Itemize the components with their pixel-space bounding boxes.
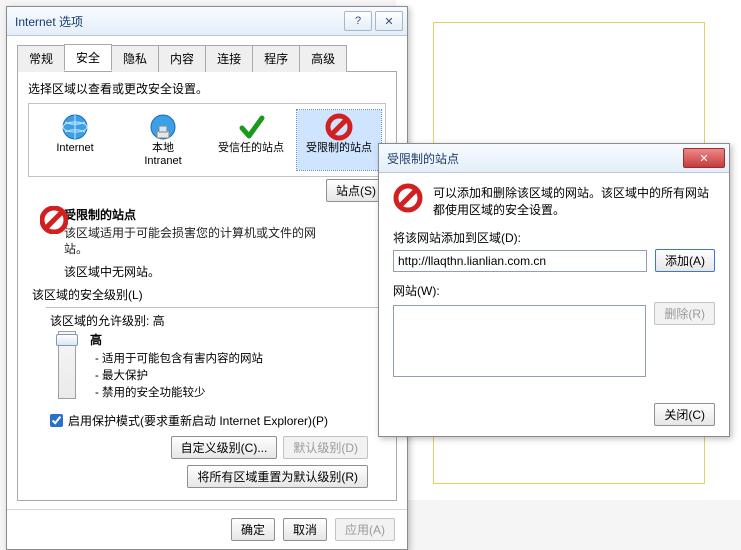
restricted-icon (393, 183, 423, 219)
zone-heading: 受限制的站点 (64, 206, 386, 223)
zone-icon (35, 112, 115, 142)
titlebar: Internet 选项 ? ✕ (7, 7, 407, 36)
zone-label: 受限制的站点 (299, 142, 379, 155)
apply-button: 应用(A) (335, 518, 395, 541)
tab-strip: 常规安全隐私内容连接程序高级 (17, 44, 397, 72)
zone-0[interactable]: Internet (33, 110, 117, 170)
level-bullets: 适用于可能包含有害内容的网站最大保护禁用的安全功能较少 (90, 350, 263, 400)
security-level-label: 该区域的安全级别(L) (32, 286, 386, 303)
restricted-sites-dialog: 受限制的站点 ✕ 可以添加和删除该区域的网站。该区域中的所有网站都使用区域的安全… (378, 143, 730, 437)
default-level-button: 默认级别(D) (283, 436, 368, 459)
close-button[interactable]: ✕ (375, 11, 403, 31)
window-title: 受限制的站点 (387, 150, 680, 167)
tab-连接[interactable]: 连接 (205, 45, 253, 72)
window-body: 常规安全隐私内容连接程序高级 选择区域以查看或更改安全设置。 Internet 本… (7, 36, 407, 509)
url-input[interactable] (393, 250, 647, 272)
zone-icon (299, 112, 379, 142)
tab-内容[interactable]: 内容 (158, 45, 206, 72)
remove-button: 删除(R) (654, 302, 715, 325)
zone-2[interactable]: 受信任的站点 (209, 110, 293, 170)
level-bullet: 最大保护 (104, 367, 263, 383)
level-value: 高 (90, 331, 263, 348)
divider (46, 307, 386, 308)
zone-label: 受信任的站点 (211, 142, 291, 155)
titlebar: 受限制的站点 ✕ (379, 144, 729, 173)
level-slider-area: 高 适用于可能包含有害内容的网站最大保护禁用的安全功能较少 (58, 331, 386, 401)
tab-安全[interactable]: 安全 (64, 44, 112, 71)
dialog-message-row: 可以添加和删除该区域的网站。该区域中的所有网站都使用区域的安全设置。 (393, 183, 715, 219)
close-button[interactable]: ✕ (683, 148, 725, 168)
protected-mode-label[interactable]: 启用保护模式(要求重新启动 Internet Explorer)(P) (68, 412, 328, 429)
zone-empty-text: 该区域中无网站。 (64, 263, 386, 280)
protected-mode-checkbox[interactable] (50, 414, 63, 427)
zone-description: 该区域适用于可能会损害您的计算机或文件的网站。 (64, 225, 324, 257)
cancel-button[interactable]: 取消 (283, 518, 327, 541)
sites-listbox[interactable] (393, 305, 646, 377)
allowed-level: 该区域的允许级别: 高 (50, 312, 386, 329)
custom-level-button[interactable]: 自定义级别(C)... (171, 436, 278, 459)
dialog-body: 可以添加和删除该区域的网站。该区域中的所有网站都使用区域的安全设置。 将该网站添… (379, 173, 729, 436)
level-bullet: 禁用的安全功能较少 (104, 384, 263, 400)
slider-thumb[interactable] (56, 334, 78, 346)
zone-icon (123, 112, 203, 142)
tab-隐私[interactable]: 隐私 (111, 45, 159, 72)
zone-3[interactable]: 受限制的站点 (297, 110, 381, 170)
add-url-label: 将该网站添加到区域(D): (393, 229, 715, 246)
close-dialog-button[interactable]: 关闭(C) (654, 403, 715, 426)
sites-list-label: 网站(W): (393, 282, 715, 299)
restricted-icon (40, 206, 68, 234)
tab-常规[interactable]: 常规 (17, 45, 65, 72)
level-bullet: 适用于可能包含有害内容的网站 (104, 350, 263, 366)
reset-all-button[interactable]: 将所有区域重置为默认级别(R) (187, 465, 368, 488)
window-title: Internet 选项 (15, 13, 341, 30)
internet-options-window: Internet 选项 ? ✕ 常规安全隐私内容连接程序高级 选择区域以查看或更… (6, 6, 408, 550)
tab-程序[interactable]: 程序 (252, 45, 300, 72)
zone-info: 受限制的站点 该区域适用于可能会损害您的计算机或文件的网站。 该区域中无网站。 (28, 206, 386, 280)
sites-button[interactable]: 站点(S) (326, 179, 386, 202)
zone-label: 本地Intranet (123, 142, 203, 168)
security-tab-pane: 选择区域以查看或更改安全设置。 Internet 本地Intranet 受信任的站点… (17, 72, 397, 501)
zone-1[interactable]: 本地Intranet (121, 110, 205, 170)
security-slider[interactable] (58, 331, 76, 399)
dialog-message: 可以添加和删除该区域的网站。该区域中的所有网站都使用区域的安全设置。 (433, 183, 715, 219)
tab-高级[interactable]: 高级 (299, 45, 347, 72)
help-button[interactable]: ? (344, 11, 372, 31)
zone-icon (211, 112, 291, 142)
add-button[interactable]: 添加(A) (655, 249, 715, 272)
level-details: 高 适用于可能包含有害内容的网站最大保护禁用的安全功能较少 (90, 331, 263, 401)
protected-mode-row: 启用保护模式(要求重新启动 Internet Explorer)(P) (46, 411, 386, 430)
zone-prompt: 选择区域以查看或更改安全设置。 (28, 80, 386, 97)
zone-label: Internet (35, 142, 115, 155)
zone-selector: Internet 本地Intranet 受信任的站点受限制的站点 (28, 103, 386, 177)
dialog-footer: 确定 取消 应用(A) (7, 509, 407, 549)
ok-button[interactable]: 确定 (231, 518, 275, 541)
